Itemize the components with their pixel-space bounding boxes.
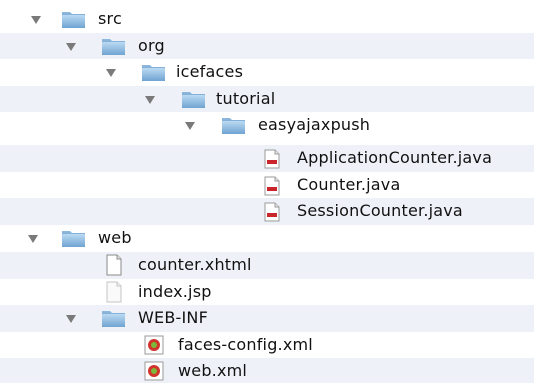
tree-item-label: org [138, 35, 165, 55]
java-file-icon [264, 149, 280, 169]
tree-row-web-inf[interactable]: WEB-INF [0, 305, 534, 332]
folder-icon [142, 65, 165, 81]
folder-icon [102, 38, 125, 55]
java-file-icon [264, 176, 280, 195]
disclosure-triangle-icon[interactable] [66, 315, 76, 323]
tree-item-label: SessionCounter.java [297, 201, 463, 221]
tree-row-org[interactable]: org [0, 32, 534, 59]
tree-item-label: faces-config.xml [178, 334, 313, 354]
tree-row-counter[interactable]: Counter.java [0, 172, 534, 199]
tree-row-application-counter[interactable]: ApplicationCounter.java [0, 145, 534, 172]
document-icon [106, 254, 122, 276]
xml-file-icon [144, 361, 164, 381]
tree-item-label: counter.xhtml [138, 255, 252, 275]
disclosure-triangle-icon[interactable] [31, 16, 41, 24]
folder-icon [182, 91, 205, 108]
tree-row-counter-xhtml[interactable]: counter.xhtml [0, 252, 534, 279]
disclosure-triangle-icon[interactable] [106, 69, 116, 77]
file-tree: src org icefaces tutorial easyajaxpush A… [0, 0, 534, 383]
tree-item-label: web [98, 228, 132, 248]
tree-item-label: icefaces [176, 62, 244, 82]
tree-item-label: web.xml [178, 360, 248, 380]
folder-icon [102, 311, 125, 327]
folder-icon [222, 118, 245, 134]
disclosure-triangle-icon[interactable] [66, 42, 76, 51]
folder-icon [62, 12, 85, 28]
tree-item-label: WEB-INF [138, 308, 208, 328]
tree-row-src[interactable]: src [0, 6, 534, 33]
tree-row-index-jsp[interactable]: index.jsp [0, 279, 534, 306]
disclosure-triangle-icon[interactable] [145, 95, 155, 104]
tree-row-web[interactable]: web [0, 225, 534, 252]
tree-item-label: Counter.java [297, 174, 401, 194]
xml-file-icon [144, 335, 164, 354]
tree-row-web-xml[interactable]: web.xml [0, 358, 534, 383]
folder-icon [62, 231, 85, 247]
disclosure-triangle-icon[interactable] [28, 235, 38, 243]
disclosure-triangle-icon[interactable] [185, 122, 195, 130]
tree-item-label: tutorial [216, 88, 276, 108]
tree-item-label: src [98, 9, 122, 29]
tree-row-icefaces[interactable]: icefaces [0, 59, 534, 86]
tree-row-faces-config[interactable]: faces-config.xml [0, 332, 534, 359]
tree-item-label: ApplicationCounter.java [297, 148, 493, 168]
java-file-icon [264, 202, 280, 222]
tree-row-tutorial[interactable]: tutorial [0, 85, 534, 112]
tree-item-label: easyajaxpush [258, 115, 371, 135]
tree-row-session-counter[interactable]: SessionCounter.java [0, 198, 534, 225]
tree-row-easyajaxpush[interactable]: easyajaxpush [0, 112, 534, 139]
tree-item-label: index.jsp [138, 281, 212, 301]
document-icon [106, 281, 122, 302]
